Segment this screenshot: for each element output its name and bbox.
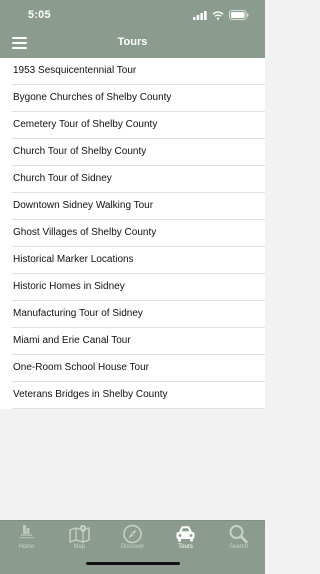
- list-item[interactable]: Cemetery Tour of Shelby County: [0, 112, 265, 139]
- tab-home[interactable]: Home: [0, 521, 53, 574]
- tab-tours[interactable]: Tours: [159, 521, 212, 574]
- tours-list: 1953 Sesquicentennial Tour Bygone Church…: [0, 58, 265, 409]
- list-item[interactable]: Miami and Erie Canal Tour: [0, 328, 265, 355]
- list-item[interactable]: Ghost Villages of Shelby County: [0, 220, 265, 247]
- list-item[interactable]: Veterans Bridges in Shelby County: [0, 382, 265, 409]
- car-icon: [176, 526, 195, 542]
- list-item-label: Ghost Villages of Shelby County: [13, 227, 157, 238]
- list-item[interactable]: Bygone Churches of Shelby County: [0, 85, 265, 112]
- battery-icon: [229, 10, 249, 20]
- page-title: Tours: [117, 36, 148, 48]
- status-icons: [193, 10, 249, 20]
- tab-home-label: Home: [18, 544, 35, 550]
- status-bar: 5:05: [0, 0, 265, 28]
- map-icon: [69, 525, 90, 543]
- home-indicator: [86, 562, 180, 565]
- list-item-label: Historic Homes in Sidney: [13, 281, 125, 292]
- list-item[interactable]: 1953 Sesquicentennial Tour: [0, 58, 265, 85]
- list-item-label: Bygone Churches of Shelby County: [13, 92, 172, 103]
- list-item[interactable]: Historic Homes in Sidney: [0, 274, 265, 301]
- list-item-label: Downtown Sidney Walking Tour: [13, 200, 154, 211]
- list-item[interactable]: Manufacturing Tour of Sidney: [0, 301, 265, 328]
- list-item[interactable]: Historical Marker Locations: [0, 247, 265, 274]
- tab-map[interactable]: Map: [53, 521, 106, 574]
- list-item-label: Veterans Bridges in Shelby County: [13, 389, 168, 400]
- tab-tours-label: Tours: [178, 544, 193, 550]
- list-item-label: Manufacturing Tour of Sidney: [13, 308, 143, 319]
- tab-discover-label: Discover: [120, 544, 145, 550]
- tab-discover[interactable]: Discover: [106, 521, 159, 574]
- list-item-label: 1953 Sesquicentennial Tour: [13, 65, 137, 76]
- status-time: 5:05: [28, 9, 51, 21]
- nav-bar: Tours: [0, 28, 265, 58]
- list-item[interactable]: Church Tour of Shelby County: [0, 139, 265, 166]
- list-item-label: Church Tour of Sidney: [13, 173, 112, 184]
- compass-icon: [123, 524, 142, 544]
- list-item-label: One-Room School House Tour: [13, 362, 149, 373]
- list-item-label: Miami and Erie Canal Tour: [13, 335, 131, 346]
- list-item[interactable]: One-Room School House Tour: [0, 355, 265, 382]
- list-item-label: Cemetery Tour of Shelby County: [13, 119, 158, 130]
- tab-search[interactable]: Search: [212, 521, 265, 574]
- list-item[interactable]: Downtown Sidney Walking Tour: [0, 193, 265, 220]
- tab-search-label: Search: [228, 544, 248, 550]
- search-icon: [229, 525, 248, 544]
- tab-bar: Home Map Discover Tours Search: [0, 520, 265, 574]
- list-item-label: Church Tour of Shelby County: [13, 146, 147, 157]
- tab-map-label: Map: [73, 544, 86, 550]
- home-logo-icon: [19, 525, 34, 539]
- list-item-label: Historical Marker Locations: [13, 254, 134, 265]
- signal-icon: [193, 10, 207, 20]
- list-item[interactable]: Church Tour of Sidney: [0, 166, 265, 193]
- wifi-icon: [212, 10, 224, 20]
